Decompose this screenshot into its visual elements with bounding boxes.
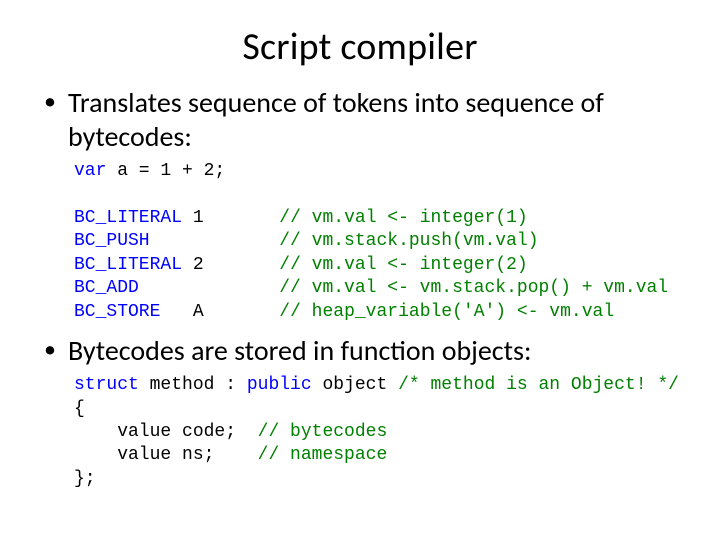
bullet-list: Translates sequence of tokens into seque… [40, 86, 680, 154]
code2-l2: { [74, 399, 85, 419]
code2-l5: }; [74, 469, 96, 489]
code2-l3: value code; // bytecodes [74, 422, 387, 442]
code2-l4-cm: // namespace [258, 445, 388, 465]
slide: Script compiler Translates sequence of t… [0, 0, 720, 540]
code2-l1-mid: method : [139, 375, 247, 395]
code-block-2: struct method : public object /* method … [74, 374, 680, 491]
code2-l4-txt: value ns; [74, 445, 258, 465]
bullet-1: Translates sequence of tokens into seque… [68, 86, 680, 154]
code1-l6-op: BC_STORE [74, 302, 160, 322]
bullet-1-text: Translates sequence of tokens into seque… [68, 85, 604, 154]
code1-l5: BC_ADD // vm.val <- vm.stack.pop() + vm.… [74, 278, 668, 298]
code1-l6-arg: A [193, 302, 204, 322]
bullet-2: Bytecodes are stored in function objects… [68, 334, 680, 368]
code1-l2-op: BC_LITERAL [74, 208, 182, 228]
code2-l3-txt: value code; [74, 422, 258, 442]
code2-l1-kw2: public [247, 375, 312, 395]
code1-l2: BC_LITERAL 1 // vm.val <- integer(1) [74, 208, 528, 228]
code1-l5-op: BC_ADD [74, 278, 139, 298]
code1-l4-cm: // vm.val <- integer(2) [279, 255, 527, 275]
code2-l4: value ns; // namespace [74, 445, 387, 465]
code2-l1-cm: /* method is an Object! */ [398, 375, 679, 395]
code1-l6: BC_STORE A // heap_variable('A') <- vm.v… [74, 302, 614, 322]
code2-l3-cm: // bytecodes [258, 422, 388, 442]
code1-l3-op: BC_PUSH [74, 231, 150, 251]
code1-l5-cm: // vm.val <- vm.stack.pop() + vm.val [279, 278, 668, 298]
code1-l3-cm: // vm.stack.push(vm.val) [279, 231, 538, 251]
code1-l3: BC_PUSH // vm.stack.push(vm.val) [74, 231, 539, 251]
bullet-2-text: Bytecodes are stored in function objects… [68, 333, 531, 368]
code1-l6-cm: // heap_variable('A') <- vm.val [279, 302, 614, 322]
code1-l4-arg: 2 [193, 255, 204, 275]
code1-kw: var [74, 161, 106, 181]
code1-l2-arg: 1 [193, 208, 204, 228]
code2-l1-rest: object [312, 375, 398, 395]
bullet-list-2: Bytecodes are stored in function objects… [40, 334, 680, 368]
code1-l4-op: BC_LITERAL [74, 255, 182, 275]
code1-l4: BC_LITERAL 2 // vm.val <- integer(2) [74, 255, 528, 275]
code1-l1-rest: a = 1 + 2; [106, 161, 225, 181]
code-block-1: var a = 1 + 2; BC_LITERAL 1 // vm.val <-… [74, 160, 680, 324]
code2-l1: struct method : public object /* method … [74, 375, 679, 395]
slide-title: Script compiler [40, 24, 680, 70]
code1-l2-cm: // vm.val <- integer(1) [279, 208, 527, 228]
code2-l1-kw1: struct [74, 375, 139, 395]
